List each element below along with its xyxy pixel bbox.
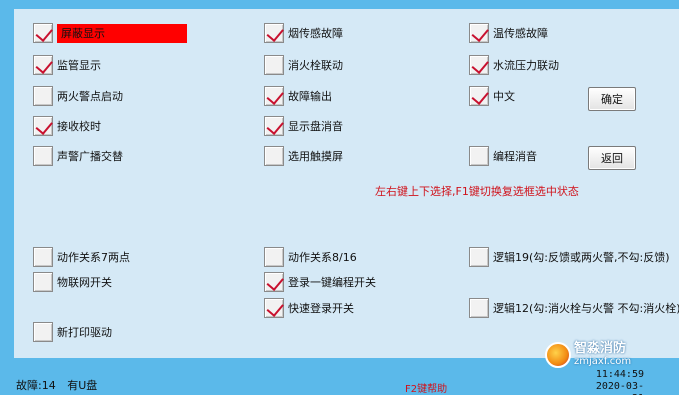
watermark-text: 智淼消防 zmjaxf.com (574, 342, 631, 368)
option-label: 监管显示 (57, 59, 101, 72)
option-label: 消火栓联动 (288, 59, 343, 72)
option-temp-fault[interactable]: 温传感故障 (469, 22, 548, 44)
checkbox-hydrant-link[interactable] (264, 55, 284, 75)
watermark-name: 智淼消防 (574, 341, 627, 356)
back-button[interactable]: 返回 (588, 146, 636, 170)
option-label: 中文 (493, 90, 515, 103)
option-receive-calibration[interactable]: 接收校时 (33, 115, 101, 137)
checkbox-logic-19[interactable] (469, 247, 489, 267)
option-label: 逻辑19(勾:反馈或两火警,不勾:反馈) (493, 251, 670, 264)
checkbox-receive-calibration[interactable] (33, 116, 53, 136)
checkbox-sound-broadcast[interactable] (33, 146, 53, 166)
option-one-key-program[interactable]: 登录一键编程开关 (264, 271, 376, 293)
confirm-button[interactable]: 确定 (588, 87, 636, 111)
help-hint: F2键帮助 (405, 384, 448, 395)
option-action-relation-7[interactable]: 动作关系7两点 (33, 246, 130, 268)
checkbox-screen-display[interactable] (33, 23, 53, 43)
option-label: 声警广播交替 (57, 150, 123, 163)
option-supervise-display[interactable]: 监管显示 (33, 54, 101, 76)
option-label: 烟传感故障 (288, 27, 343, 40)
option-iot-switch[interactable]: 物联网开关 (33, 271, 112, 293)
checkbox-supervise-display[interactable] (33, 55, 53, 75)
checkbox-two-point-start[interactable] (33, 86, 53, 106)
option-fault-output[interactable]: 故障输出 (264, 85, 332, 107)
checkbox-quick-login[interactable] (264, 298, 284, 318)
option-label: 动作关系7两点 (57, 251, 130, 264)
option-smoke-fault[interactable]: 烟传感故障 (264, 22, 343, 44)
option-sound-broadcast[interactable]: 声警广播交替 (33, 145, 123, 167)
checkbox-water-pressure-link[interactable] (469, 55, 489, 75)
checkbox-action-relation-7[interactable] (33, 247, 53, 267)
flame-logo-icon (545, 342, 571, 368)
option-label: 动作关系8/16 (288, 251, 357, 264)
option-label: 编程消音 (493, 150, 537, 163)
option-label: 温传感故障 (493, 27, 548, 40)
option-label: 选用触摸屏 (288, 150, 343, 163)
checkbox-one-key-program[interactable] (264, 272, 284, 292)
checkbox-touch-screen[interactable] (264, 146, 284, 166)
option-quick-login[interactable]: 快速登录开关 (264, 297, 354, 319)
checkbox-temp-fault[interactable] (469, 23, 489, 43)
option-two-point-start[interactable]: 两火警点启动 (33, 85, 123, 107)
clock: 11:44:59 2020-03-21 (588, 369, 644, 395)
option-label: 显示盘消音 (288, 120, 343, 133)
option-hydrant-link[interactable]: 消火栓联动 (264, 54, 343, 76)
option-label: 快速登录开关 (288, 302, 354, 315)
option-chinese[interactable]: 中文 (469, 85, 515, 107)
option-label: 水流压力联动 (493, 59, 559, 72)
option-label: 新打印驱动 (57, 326, 112, 339)
option-label: 屏蔽显示 (57, 23, 187, 43)
checkbox-new-print-driver[interactable] (33, 322, 53, 342)
option-action-relation-8[interactable]: 动作关系8/16 (264, 246, 357, 268)
checkbox-action-relation-8[interactable] (264, 247, 284, 267)
udisk-status: 有U盘 (67, 379, 98, 392)
instruction-hint: 左右键上下选择,F1键切换复选框选中状态 (375, 185, 579, 198)
option-label: 逻辑12(勾:消火栓与火警 不勾:消火栓) (493, 302, 679, 315)
checkbox-iot-switch[interactable] (33, 272, 53, 292)
option-label: 物联网开关 (57, 276, 112, 289)
fault-count: 故障:14 (16, 379, 56, 392)
option-label: 故障输出 (288, 90, 332, 103)
checkbox-chinese[interactable] (469, 86, 489, 106)
checkbox-smoke-fault[interactable] (264, 23, 284, 43)
option-logic-19[interactable]: 逻辑19(勾:反馈或两火警,不勾:反馈) (469, 246, 670, 268)
option-water-pressure-link[interactable]: 水流压力联动 (469, 54, 559, 76)
option-new-print-driver[interactable]: 新打印驱动 (33, 321, 112, 343)
option-logic-12[interactable]: 逻辑12(勾:消火栓与火警 不勾:消火栓) (469, 297, 679, 319)
watermark-url: zmjaxf.com (574, 356, 632, 367)
checkbox-program-mute[interactable] (469, 146, 489, 166)
checkbox-display-mute[interactable] (264, 116, 284, 136)
option-program-mute[interactable]: 编程消音 (469, 145, 537, 167)
clock-time: 11:44:59 (595, 369, 644, 380)
status-bar: 故障:14 有U盘 (16, 377, 105, 393)
option-label: 两火警点启动 (57, 90, 123, 103)
checkbox-logic-12[interactable] (469, 298, 489, 318)
option-touch-screen[interactable]: 选用触摸屏 (264, 145, 343, 167)
clock-date: 2020-03-21 (595, 381, 644, 395)
watermark: 智淼消防 zmjaxf.com (545, 342, 631, 368)
checkbox-fault-output[interactable] (264, 86, 284, 106)
option-label: 接收校时 (57, 120, 101, 133)
option-screen-display[interactable]: 屏蔽显示 (33, 22, 187, 44)
option-label: 登录一键编程开关 (288, 276, 376, 289)
option-display-mute[interactable]: 显示盘消音 (264, 115, 343, 137)
